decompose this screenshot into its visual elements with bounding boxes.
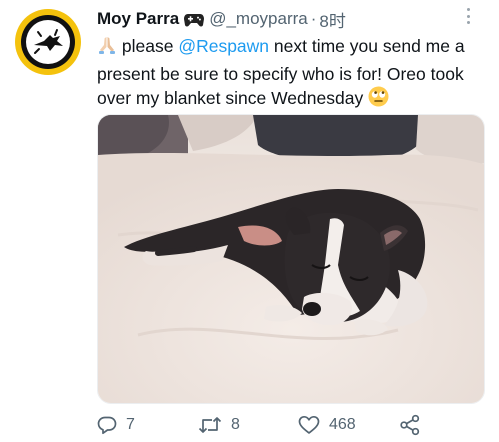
- more-options-icon[interactable]: [461, 6, 475, 26]
- reply-icon: [97, 415, 117, 435]
- user-handle[interactable]: @_moyparra: [209, 9, 308, 29]
- separator-dot: ·: [310, 9, 317, 28]
- retweet-button[interactable]: 8: [198, 412, 240, 438]
- tweet-header: Moy Parra @_moyparra · 8时: [97, 7, 346, 31]
- tweet-text-part: please: [121, 36, 179, 56]
- tweet-actions: 7 8 468: [97, 412, 432, 438]
- gamepad-icon: [184, 12, 205, 27]
- tweet-card[interactable]: Moy Parra @_moyparra · 8时 🙏🏻 please @: [0, 0, 499, 442]
- display-name[interactable]: Moy Parra: [97, 9, 179, 29]
- avatar-ring: [21, 15, 75, 69]
- retweet-count: 8: [231, 416, 240, 433]
- mention-link[interactable]: @Respawn: [178, 36, 269, 56]
- praying-hands-emoji: 🙏🏻: [97, 35, 117, 62]
- like-count: 468: [329, 416, 356, 433]
- tweet-photo[interactable]: [97, 114, 485, 404]
- eye-roll-emoji: 🙄: [368, 86, 389, 114]
- avatar-logo-icon: [26, 20, 70, 64]
- like-button[interactable]: 468: [298, 412, 356, 438]
- tweet-text: 🙏🏻 please @Respawn next time you send me…: [97, 34, 492, 114]
- reply-count: 7: [126, 416, 135, 433]
- share-icon: [399, 414, 421, 436]
- dog-sleeping-image: [98, 115, 484, 403]
- avatar[interactable]: [15, 9, 81, 75]
- timestamp[interactable]: 8时: [319, 7, 345, 32]
- retweet-icon: [198, 415, 222, 435]
- share-button[interactable]: [399, 412, 421, 438]
- reply-button[interactable]: 7: [97, 412, 135, 438]
- heart-icon: [298, 415, 320, 435]
